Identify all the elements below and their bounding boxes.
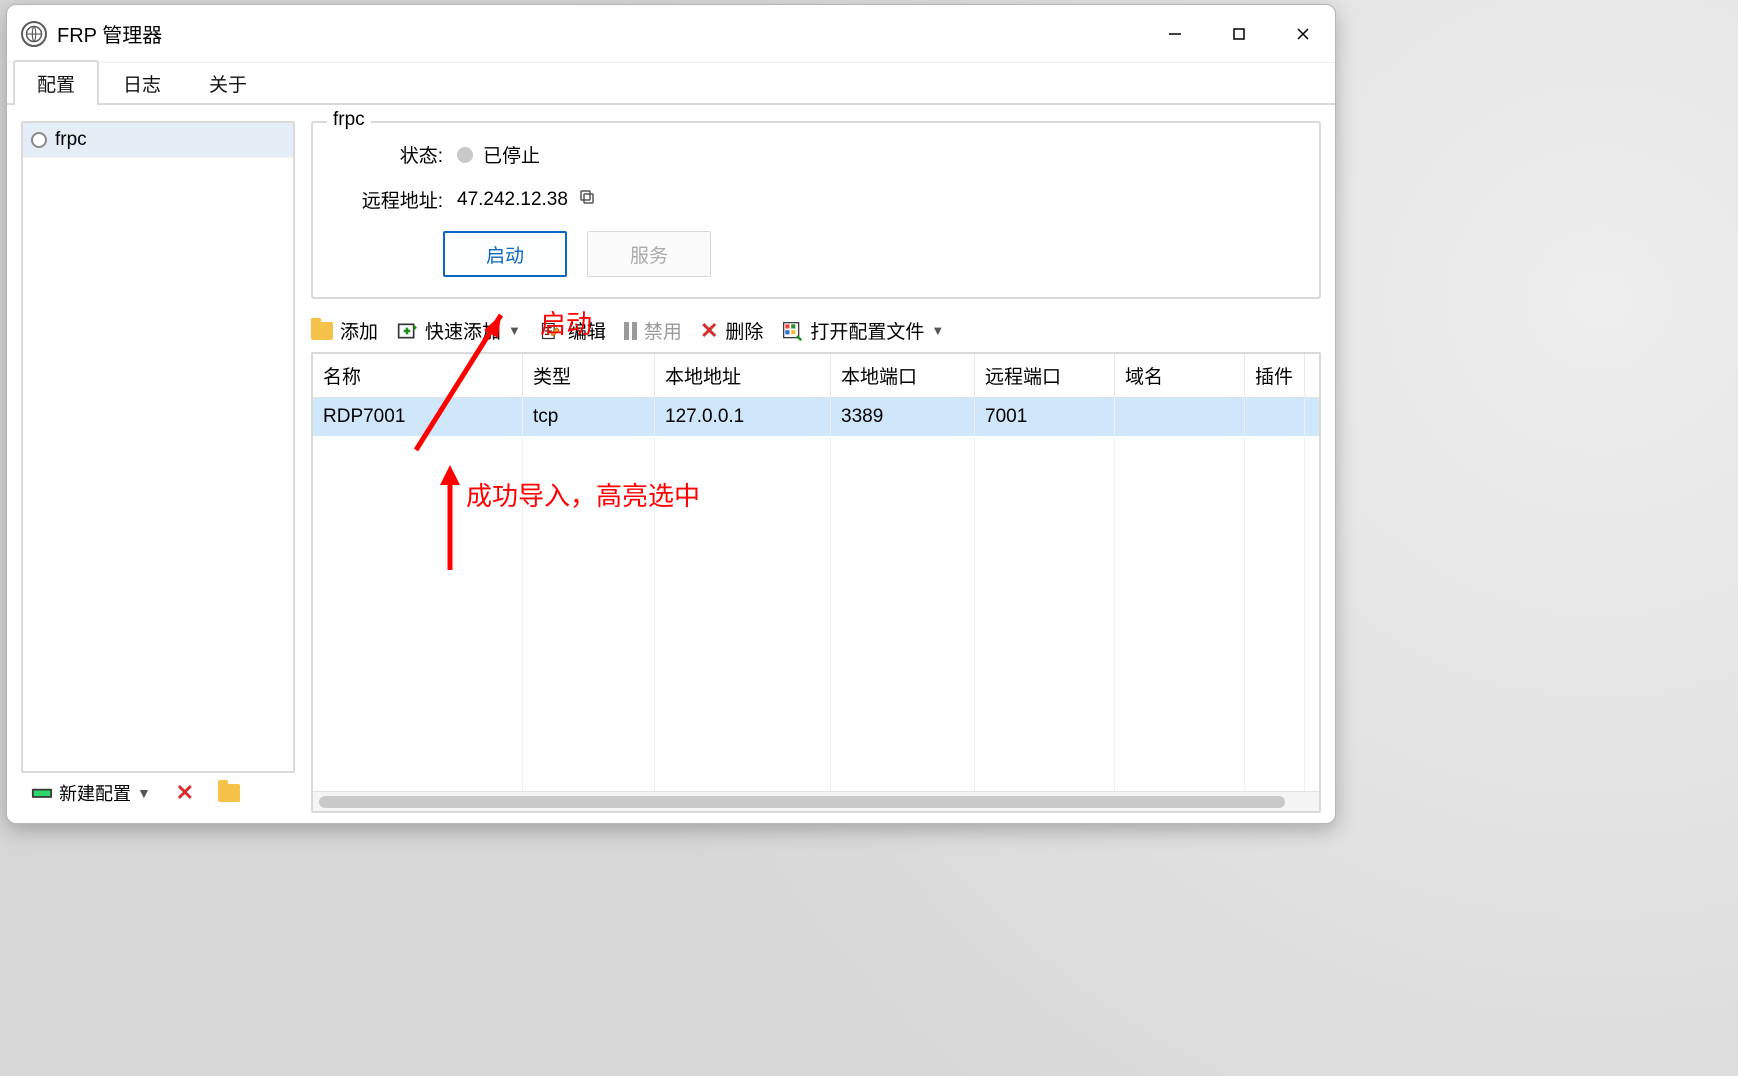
status-dot-icon xyxy=(31,132,47,148)
table-toolbar: 添加 快速添加 ▼ 编辑 禁用 xyxy=(311,311,1321,352)
config-name: frpc xyxy=(55,129,87,151)
sidebar: frpc 新建配置 ▼ ✕ xyxy=(21,121,295,813)
horizontal-scrollbar[interactable] xyxy=(313,791,1319,811)
sidebar-toolbar: 新建配置 ▼ ✕ xyxy=(21,773,295,813)
open-folder-button[interactable] xyxy=(211,777,247,809)
open-config-label: 打开配置文件 xyxy=(810,317,924,344)
status-label: 状态: xyxy=(357,141,443,168)
window-title: FRP 管理器 xyxy=(57,19,162,48)
pause-icon xyxy=(624,322,637,340)
edit-label: 编辑 xyxy=(568,317,606,344)
tab-about[interactable]: 关于 xyxy=(185,60,271,105)
tab-log[interactable]: 日志 xyxy=(99,60,185,105)
folder-icon xyxy=(218,784,240,802)
addr-value: 47.242.12.38 xyxy=(457,189,568,211)
col-local-addr[interactable]: 本地地址 xyxy=(655,354,831,397)
add-button[interactable]: 添加 xyxy=(311,317,378,344)
caret-down-icon: ▼ xyxy=(931,323,944,338)
titlebar: FRP 管理器 xyxy=(7,5,1335,63)
addr-label: 远程地址: xyxy=(357,186,443,213)
table-row[interactable]: RDP7001 tcp 127.0.0.1 3389 7001 xyxy=(313,398,1319,436)
col-type[interactable]: 类型 xyxy=(523,354,655,397)
body: frpc 新建配置 ▼ ✕ frpc 状态: xyxy=(7,105,1335,823)
rules-table: 名称 类型 本地地址 本地端口 远程端口 域名 插件 RDP7001 tcp 1… xyxy=(311,352,1321,813)
cell-domain xyxy=(1115,398,1245,436)
app-window: FRP 管理器 配置 日志 关于 frpc xyxy=(6,4,1336,824)
window-controls xyxy=(1143,5,1335,63)
close-button[interactable] xyxy=(1271,5,1335,63)
cell-type: tcp xyxy=(523,398,655,436)
quick-add-label: 快速添加 xyxy=(425,317,501,344)
quick-add-icon xyxy=(396,320,418,342)
cell-plugin xyxy=(1245,398,1305,436)
cell-local-port: 3389 xyxy=(831,398,975,436)
main-pane: frpc 状态: 已停止 远程地址: 47.242.12.38 xyxy=(311,121,1321,813)
disable-label: 禁用 xyxy=(644,317,682,344)
config-list[interactable]: frpc xyxy=(21,121,295,773)
start-button[interactable]: 启动 xyxy=(443,231,567,277)
open-config-icon xyxy=(781,320,803,342)
new-config-button[interactable]: 新建配置 ▼ xyxy=(23,776,159,810)
col-plugin[interactable]: 插件 xyxy=(1245,354,1305,397)
tab-config[interactable]: 配置 xyxy=(13,60,99,105)
delete-icon: ✕ xyxy=(700,318,718,344)
folder-add-icon xyxy=(311,322,333,340)
scrollbar-thumb[interactable] xyxy=(319,796,1285,808)
delete-config-button[interactable]: ✕ xyxy=(167,777,203,809)
col-domain[interactable]: 域名 xyxy=(1115,354,1245,397)
edit-icon xyxy=(539,320,561,342)
minimize-button[interactable] xyxy=(1143,5,1207,63)
tab-bar: 配置 日志 关于 xyxy=(7,63,1335,105)
quick-add-button[interactable]: 快速添加 ▼ xyxy=(396,317,521,344)
app-icon xyxy=(21,21,47,47)
caret-down-icon: ▼ xyxy=(137,785,151,801)
table-header: 名称 类型 本地地址 本地端口 远程端口 域名 插件 xyxy=(313,354,1319,398)
grid-lines xyxy=(313,398,1319,791)
drive-icon xyxy=(31,782,53,804)
col-local-port[interactable]: 本地端口 xyxy=(831,354,975,397)
add-label: 添加 xyxy=(340,317,378,344)
delete-label: 删除 xyxy=(725,317,763,344)
col-remote-port[interactable]: 远程端口 xyxy=(975,354,1115,397)
table-body[interactable]: RDP7001 tcp 127.0.0.1 3389 7001 xyxy=(313,398,1319,791)
cell-remote-port: 7001 xyxy=(975,398,1115,436)
cell-name: RDP7001 xyxy=(313,398,523,436)
copy-icon[interactable] xyxy=(578,188,596,212)
service-button[interactable]: 服务 xyxy=(587,231,711,277)
cell-local-addr: 127.0.0.1 xyxy=(655,398,831,436)
edit-button[interactable]: 编辑 xyxy=(539,317,606,344)
col-name[interactable]: 名称 xyxy=(313,354,523,397)
delete-button[interactable]: ✕ 删除 xyxy=(700,317,763,344)
config-list-item[interactable]: frpc xyxy=(23,123,293,158)
status-groupbox: frpc 状态: 已停止 远程地址: 47.242.12.38 xyxy=(311,121,1321,299)
groupbox-legend: frpc xyxy=(327,109,371,131)
status-indicator-icon xyxy=(457,147,473,163)
open-config-button[interactable]: 打开配置文件 ▼ xyxy=(781,317,944,344)
disable-button[interactable]: 禁用 xyxy=(624,317,682,344)
caret-down-icon: ▼ xyxy=(508,323,521,338)
maximize-button[interactable] xyxy=(1207,5,1271,63)
x-icon: ✕ xyxy=(176,780,194,806)
new-config-label: 新建配置 xyxy=(59,780,131,806)
status-value: 已停止 xyxy=(483,141,540,168)
